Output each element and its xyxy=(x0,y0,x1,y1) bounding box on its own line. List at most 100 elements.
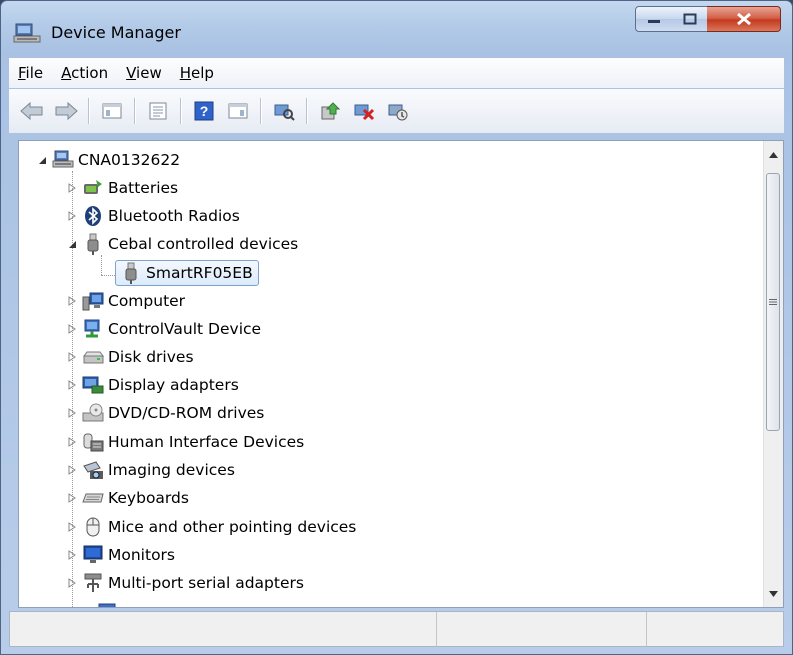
tree-item-label: Monitors xyxy=(108,546,175,564)
tree-item-dvd-cd-rom-drives[interactable]: DVD/CD-ROM drives xyxy=(66,399,264,427)
tree-item-label: Mice and other pointing devices xyxy=(108,518,357,536)
tree-item-keyboards[interactable]: Keyboards xyxy=(66,484,189,512)
menu-help[interactable]: Help xyxy=(171,64,223,82)
usb-plug-icon xyxy=(120,262,142,284)
device-manager-icon xyxy=(13,23,41,45)
expand-triangle-icon[interactable] xyxy=(66,521,78,533)
tree-item-disk-drives[interactable]: Disk drives xyxy=(66,343,194,371)
help-icon: ? xyxy=(194,101,214,121)
scroll-up-icon xyxy=(768,151,778,158)
camera-icon xyxy=(82,459,104,481)
minimize-icon xyxy=(648,20,660,23)
expand-triangle-icon[interactable] xyxy=(66,295,78,307)
tree-item-label: Multi-port serial adapters xyxy=(108,574,304,592)
status-pane-middle xyxy=(437,612,647,646)
tree-item-label: Computer xyxy=(108,292,186,310)
tree-item-label: Human Interface Devices xyxy=(108,433,305,451)
scan-hardware-button[interactable] xyxy=(270,97,298,125)
keyboard-icon xyxy=(82,487,104,509)
tree-item-label: ControlVault Device xyxy=(108,320,262,338)
tree-item-monitors[interactable]: Monitors xyxy=(66,541,175,569)
usb-plug-icon xyxy=(82,233,104,255)
toolbar-separator xyxy=(88,98,90,124)
monitor-icon xyxy=(82,544,104,566)
tree-root-computer[interactable]: CNA0132622 xyxy=(36,146,180,174)
tree-item-mice-and-other-pointing-devices[interactable]: Mice and other pointing devices xyxy=(66,513,356,541)
expand-triangle-icon[interactable] xyxy=(66,210,78,222)
device-tree[interactable]: CNA0132622 Batteries Bluetooth Radios Ce… xyxy=(18,140,784,608)
tree-item-label: Keyboards xyxy=(108,489,189,507)
device-manager-window: Device Manager File Action View Help ? C… xyxy=(0,0,793,655)
back-button[interactable] xyxy=(18,97,46,125)
forward-button[interactable] xyxy=(52,97,80,125)
close-icon xyxy=(736,12,751,26)
tree-item-cebal-controlled-devices[interactable]: Cebal controlled devices xyxy=(66,230,298,258)
scroll-down-icon xyxy=(768,590,778,597)
scrollbar-thumb[interactable] xyxy=(766,173,780,431)
computer-icon xyxy=(82,290,104,312)
toolbar-separator xyxy=(180,98,182,124)
properties-button[interactable] xyxy=(144,97,172,125)
expand-triangle-icon[interactable] xyxy=(66,464,78,476)
tree-item-display-adapters[interactable]: Display adapters xyxy=(66,371,239,399)
controlvault-icon xyxy=(82,318,104,340)
vertical-scrollbar[interactable] xyxy=(763,141,783,607)
collapse-triangle-icon[interactable] xyxy=(36,154,48,166)
tree-item-multi-port-serial-adapters[interactable]: Multi-port serial adapters xyxy=(66,569,304,597)
expand-triangle-icon[interactable] xyxy=(66,407,78,419)
expand-triangle-icon[interactable] xyxy=(66,436,78,448)
tree-item-label: Imaging devices xyxy=(108,461,235,479)
window-title: Device Manager xyxy=(51,23,181,42)
show-action-pane-button[interactable] xyxy=(224,97,252,125)
scan-hardware-icon xyxy=(274,104,295,121)
tree-item-batteries[interactable]: Batteries xyxy=(66,174,178,202)
title-bar[interactable]: Device Manager xyxy=(1,1,792,57)
help-button[interactable]: ? xyxy=(190,97,218,125)
tree-item-controlvault-device[interactable]: ControlVault Device xyxy=(66,315,261,343)
tree-item-smartrf05eb[interactable]: SmartRF05EB xyxy=(115,259,259,287)
minimize-button[interactable] xyxy=(635,6,673,32)
expand-triangle-icon[interactable] xyxy=(66,577,78,589)
scroll-up-button[interactable] xyxy=(764,145,782,164)
collapse-triangle-icon[interactable] xyxy=(66,238,78,250)
tree-item-human-interface-devices[interactable]: Human Interface Devices xyxy=(66,428,304,456)
tree-item-label: Bluetooth Radios xyxy=(108,207,240,225)
tree-item-partial xyxy=(92,599,122,607)
show-hide-console-tree-button[interactable] xyxy=(98,97,126,125)
tree-item-label: Batteries xyxy=(108,179,179,197)
disable-device-button[interactable] xyxy=(384,97,412,125)
tree-item-imaging-devices[interactable]: Imaging devices xyxy=(66,456,235,484)
expand-triangle-icon[interactable] xyxy=(66,182,78,194)
expand-triangle-icon[interactable] xyxy=(66,549,78,561)
disable-device-icon xyxy=(388,104,408,121)
tree-item-label: SmartRF05EB xyxy=(146,264,253,282)
tree-item-label: Cebal controlled devices xyxy=(108,235,299,253)
dvd-drive-icon xyxy=(82,402,104,424)
uninstall-device-button[interactable] xyxy=(350,97,378,125)
maximize-button[interactable] xyxy=(672,6,708,32)
expand-triangle-icon[interactable] xyxy=(66,351,78,363)
menu-bar: File Action View Help xyxy=(9,58,784,88)
battery-icon xyxy=(82,177,104,199)
scroll-down-button[interactable] xyxy=(764,584,782,603)
show-hide-console-tree-icon xyxy=(102,103,122,119)
status-pane-main xyxy=(10,612,437,646)
tree-item-computer[interactable]: Computer xyxy=(66,287,185,315)
tree-item-bluetooth-radios[interactable]: Bluetooth Radios xyxy=(66,202,240,230)
display-adapter-icon xyxy=(82,374,104,396)
menu-file[interactable]: File xyxy=(9,64,52,82)
status-pane-right xyxy=(647,612,783,646)
expand-triangle-icon[interactable] xyxy=(66,492,78,504)
status-bar xyxy=(9,611,784,647)
hid-icon xyxy=(82,431,104,453)
update-driver-button[interactable] xyxy=(316,97,344,125)
disk-drive-icon xyxy=(82,346,104,368)
toolbar-separator xyxy=(134,98,136,124)
menu-action[interactable]: Action xyxy=(52,64,117,82)
expand-triangle-icon[interactable] xyxy=(66,379,78,391)
menu-view[interactable]: View xyxy=(117,64,171,82)
expand-triangle-icon[interactable] xyxy=(66,323,78,335)
close-button[interactable] xyxy=(707,6,781,32)
computer-network-icon xyxy=(52,149,74,171)
back-arrow-icon xyxy=(20,102,43,120)
